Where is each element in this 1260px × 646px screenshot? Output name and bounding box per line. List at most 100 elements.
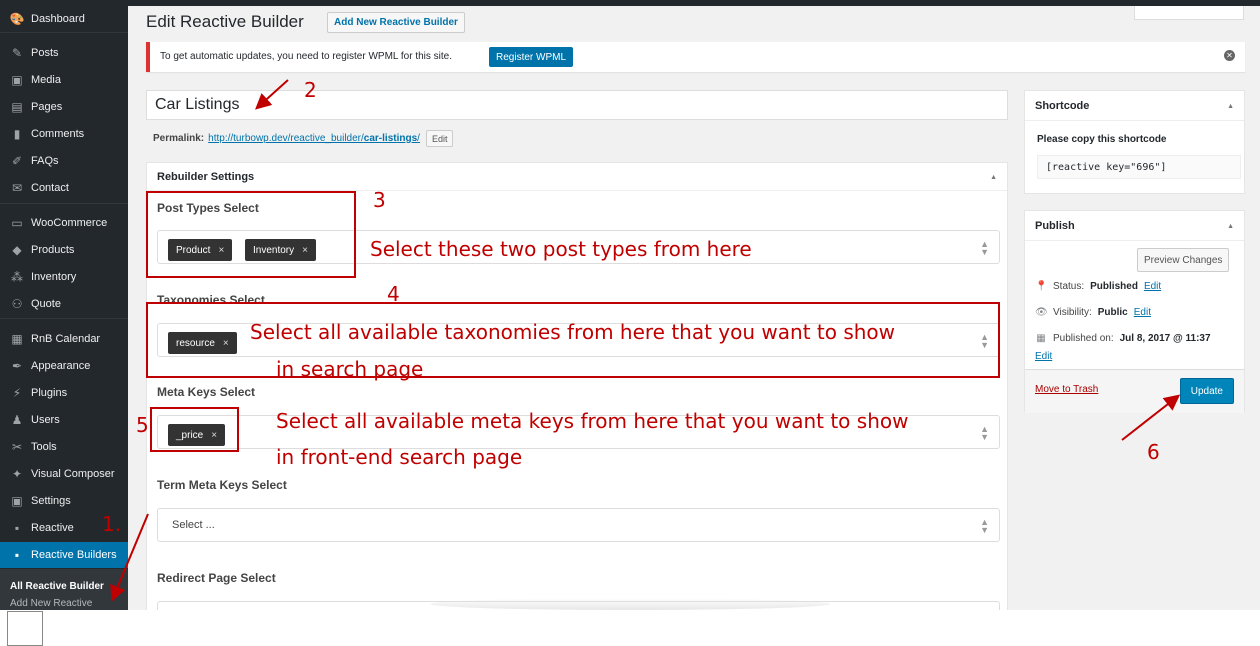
sidebar-item-label: Products bbox=[31, 244, 75, 256]
status-edit-link[interactable]: Edit bbox=[1144, 281, 1161, 292]
calendar-icon: ▦ bbox=[1036, 333, 1046, 344]
sidebar-item-label: Settings bbox=[31, 495, 71, 507]
sidebar-item-label: RnB Calendar bbox=[31, 333, 101, 345]
published-edit-link[interactable]: Edit bbox=[1035, 351, 1052, 362]
sidebar-item-label: Plugins bbox=[31, 387, 68, 399]
post-title-input[interactable]: Car Listings bbox=[146, 90, 1008, 120]
eye-icon: 👁 bbox=[1035, 307, 1048, 318]
annotation-step-2: 2 bbox=[304, 78, 317, 102]
annotation-note-meta-2: in front-end search page bbox=[276, 445, 523, 469]
settings-header[interactable]: Rebuilder Settings ▲ bbox=[147, 163, 1007, 191]
redirect-page-label: Redirect Page Select bbox=[157, 571, 276, 585]
visibility-edit-link[interactable]: Edit bbox=[1134, 307, 1151, 318]
media-icon: ▣ bbox=[11, 73, 23, 87]
sidebar-item-reactive-builders[interactable]: ▪ Reactive Builders bbox=[0, 542, 128, 568]
woocommerce-icon: ▭ bbox=[11, 216, 23, 230]
sidebar-item-contact[interactable]: ✉ Contact bbox=[0, 175, 128, 201]
sidebar-item-media[interactable]: ▣ Media bbox=[0, 67, 128, 93]
collapse-arrow-icon[interactable]: ▲ bbox=[1227, 223, 1234, 230]
sidebar-item-label: Media bbox=[31, 74, 61, 86]
sidebar-item-comments[interactable]: ▮ Comments bbox=[0, 121, 128, 147]
dashboard-icon: 🎨 bbox=[9, 12, 25, 26]
scroll-shadow bbox=[430, 598, 830, 610]
sidebar-item-label: FAQs bbox=[31, 155, 59, 167]
sidebar-item-plugins[interactable]: ⚡ Plugins bbox=[0, 380, 128, 406]
annotation-note-taxonomies-2: in search page bbox=[276, 357, 424, 381]
mail-icon: ✉ bbox=[11, 181, 23, 195]
sidebar-item-label: Reactive Builders bbox=[31, 549, 117, 561]
term-meta-keys-select[interactable]: Select ... ▲ ▼ bbox=[157, 508, 1000, 542]
add-new-reactive-builder-button[interactable]: Add New Reactive Builder bbox=[327, 12, 465, 33]
sidebar-item-label: Contact bbox=[31, 182, 69, 194]
sidebar-item-settings[interactable]: ▣ Settings bbox=[0, 488, 128, 514]
sidebar-item-pages[interactable]: ▤ Pages bbox=[0, 94, 128, 120]
sidebar-item-faqs[interactable]: ✐ FAQs bbox=[0, 148, 128, 174]
sidebar-item-quote[interactable]: ⚇ Quote bbox=[0, 291, 128, 317]
sidebar-item-label: Dashboard bbox=[31, 13, 85, 25]
screen-options-tab[interactable] bbox=[1134, 6, 1244, 20]
sidebar-item-posts[interactable]: ✎ Posts bbox=[0, 40, 128, 66]
select-arrows-icon: ▲ ▼ bbox=[980, 424, 989, 442]
publish-actions: Move to Trash Update bbox=[1025, 369, 1244, 413]
sidebar-item-users[interactable]: ♟ Users bbox=[0, 407, 128, 433]
sidebar-item-label: Users bbox=[31, 414, 60, 426]
settings-icon: ▣ bbox=[11, 494, 23, 508]
update-button[interactable]: Update bbox=[1179, 378, 1234, 404]
publish-title: Publish bbox=[1035, 220, 1075, 232]
sidebar-item-label: WooCommerce bbox=[31, 217, 108, 229]
post-title-value: Car Listings bbox=[155, 96, 240, 113]
move-to-trash-link[interactable]: Move to Trash bbox=[1035, 384, 1098, 395]
annotation-box-post-types bbox=[146, 191, 356, 278]
appearance-icon: ✒ bbox=[11, 359, 23, 373]
permalink-edit-button[interactable]: Edit bbox=[425, 130, 454, 147]
pin-icon: ✎ bbox=[11, 46, 23, 60]
publish-header[interactable]: Publish ▲ bbox=[1025, 211, 1244, 241]
users-icon: ♟ bbox=[11, 413, 23, 427]
pages-icon: ▤ bbox=[11, 100, 23, 114]
select-arrows-icon: ▲ ▼ bbox=[980, 239, 989, 257]
reactive-icon: ▪ bbox=[14, 521, 20, 535]
sidebar-item-label: Inventory bbox=[31, 271, 77, 283]
preview-changes-button[interactable]: Preview Changes bbox=[1137, 248, 1230, 272]
settings-title: Rebuilder Settings bbox=[157, 171, 255, 183]
products-icon: ◆ bbox=[12, 243, 22, 257]
collapse-arrow-icon[interactable]: ▲ bbox=[1227, 103, 1234, 110]
quote-icon: ⚇ bbox=[11, 297, 23, 311]
visibility-row: 👁 Visibility: Public Edit bbox=[1035, 307, 1151, 318]
annotation-note-post-types: Select these two post types from here bbox=[370, 237, 752, 261]
inventory-icon: ⁂ bbox=[11, 270, 23, 284]
annotation-note-taxonomies-1: Select all available taxonomies from her… bbox=[250, 320, 896, 344]
annotation-step-5: 5 bbox=[136, 413, 149, 437]
meta-keys-label: Meta Keys Select bbox=[157, 385, 256, 399]
menu-separator bbox=[0, 32, 128, 33]
shortcode-header[interactable]: Shortcode ▲ bbox=[1025, 91, 1244, 121]
dismiss-icon[interactable]: ✕ bbox=[1224, 50, 1235, 61]
submenu-add-new-reactive[interactable]: Add New Reactive bbox=[10, 598, 92, 609]
sidebar-item-label: Comments bbox=[31, 128, 85, 140]
annotation-note-meta-1: Select all available meta keys from here… bbox=[276, 409, 909, 433]
publish-box: Publish ▲ Preview Changes 📍 Status: Publi… bbox=[1024, 210, 1245, 413]
sidebar-item-label: Quote bbox=[31, 298, 61, 310]
sidebar-item-rnb-calendar[interactable]: ▦ RnB Calendar bbox=[0, 326, 128, 352]
submenu-all-reactive-builder[interactable]: All Reactive Builder bbox=[10, 581, 104, 592]
shortcode-box: Shortcode ▲ Please copy this shortcode [… bbox=[1024, 90, 1245, 194]
collapse-arrow-icon[interactable]: ▲ bbox=[990, 174, 997, 181]
annotation-box-meta-keys bbox=[150, 407, 239, 452]
sidebar-item-products[interactable]: ◆ Products bbox=[0, 237, 128, 263]
sidebar-item-woocommerce[interactable]: ▭ WooCommerce bbox=[0, 210, 128, 236]
comments-icon: ▮ bbox=[13, 127, 21, 141]
sidebar-item-tools[interactable]: ✂ Tools bbox=[0, 434, 128, 460]
term-meta-keys-label: Term Meta Keys Select bbox=[157, 478, 287, 492]
register-wpml-button[interactable]: Register WPML bbox=[489, 47, 574, 67]
sidebar-item-dashboard[interactable]: 🎨 Dashboard bbox=[0, 6, 128, 32]
sidebar-item-inventory[interactable]: ⁂ Inventory bbox=[0, 264, 128, 290]
menu-separator bbox=[0, 203, 128, 204]
permalink-link[interactable]: http://turbowp.dev/reactive_builder/car-… bbox=[208, 133, 420, 144]
select-arrows-icon: ▲ ▼ bbox=[980, 517, 989, 535]
shortcode-value[interactable]: [reactive key="696"] bbox=[1037, 155, 1241, 179]
sidebar-item-label: Appearance bbox=[31, 360, 91, 372]
menu-separator bbox=[0, 318, 128, 319]
annotation-step-4: 4 bbox=[387, 282, 400, 306]
sidebar-item-appearance[interactable]: ✒ Appearance bbox=[0, 353, 128, 379]
sidebar-item-visual-composer[interactable]: ✦ Visual Composer bbox=[0, 461, 128, 487]
